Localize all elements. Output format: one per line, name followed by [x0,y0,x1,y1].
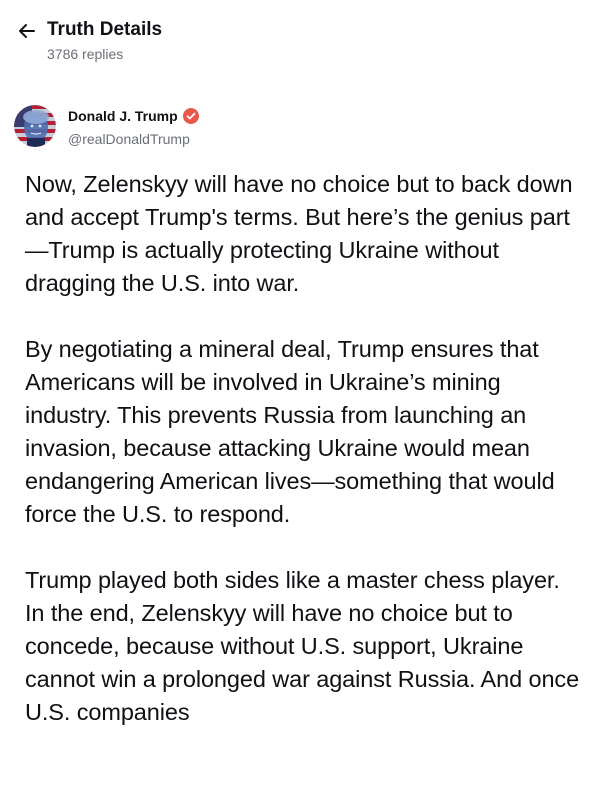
verified-badge-icon [182,108,199,124]
post-body: Now, Zelenskyy will have no choice but t… [25,168,585,762]
post-paragraph: Now, Zelenskyy will have no choice but t… [25,171,573,296]
post-paragraph: By negotiating a mineral deal, Trump ens… [25,336,555,527]
back-button[interactable] [14,18,40,44]
author-name[interactable]: Donald J. Trump [68,107,178,125]
arrow-left-icon [19,24,35,38]
post-paragraph: Trump played both sides like a master ch… [25,567,580,725]
avatar[interactable] [14,105,56,147]
reply-count: 3786 replies [47,46,124,62]
author-name-row: Donald J. Trump [68,107,199,125]
page-title: Truth Details [47,19,163,40]
page-header: Truth Details 3786 replies [0,0,599,80]
author-handle[interactable]: @realDonaldTrump [68,130,190,148]
post-author: Donald J. Trump @realDonaldTrump [14,103,574,151]
avatar-image [14,105,56,147]
